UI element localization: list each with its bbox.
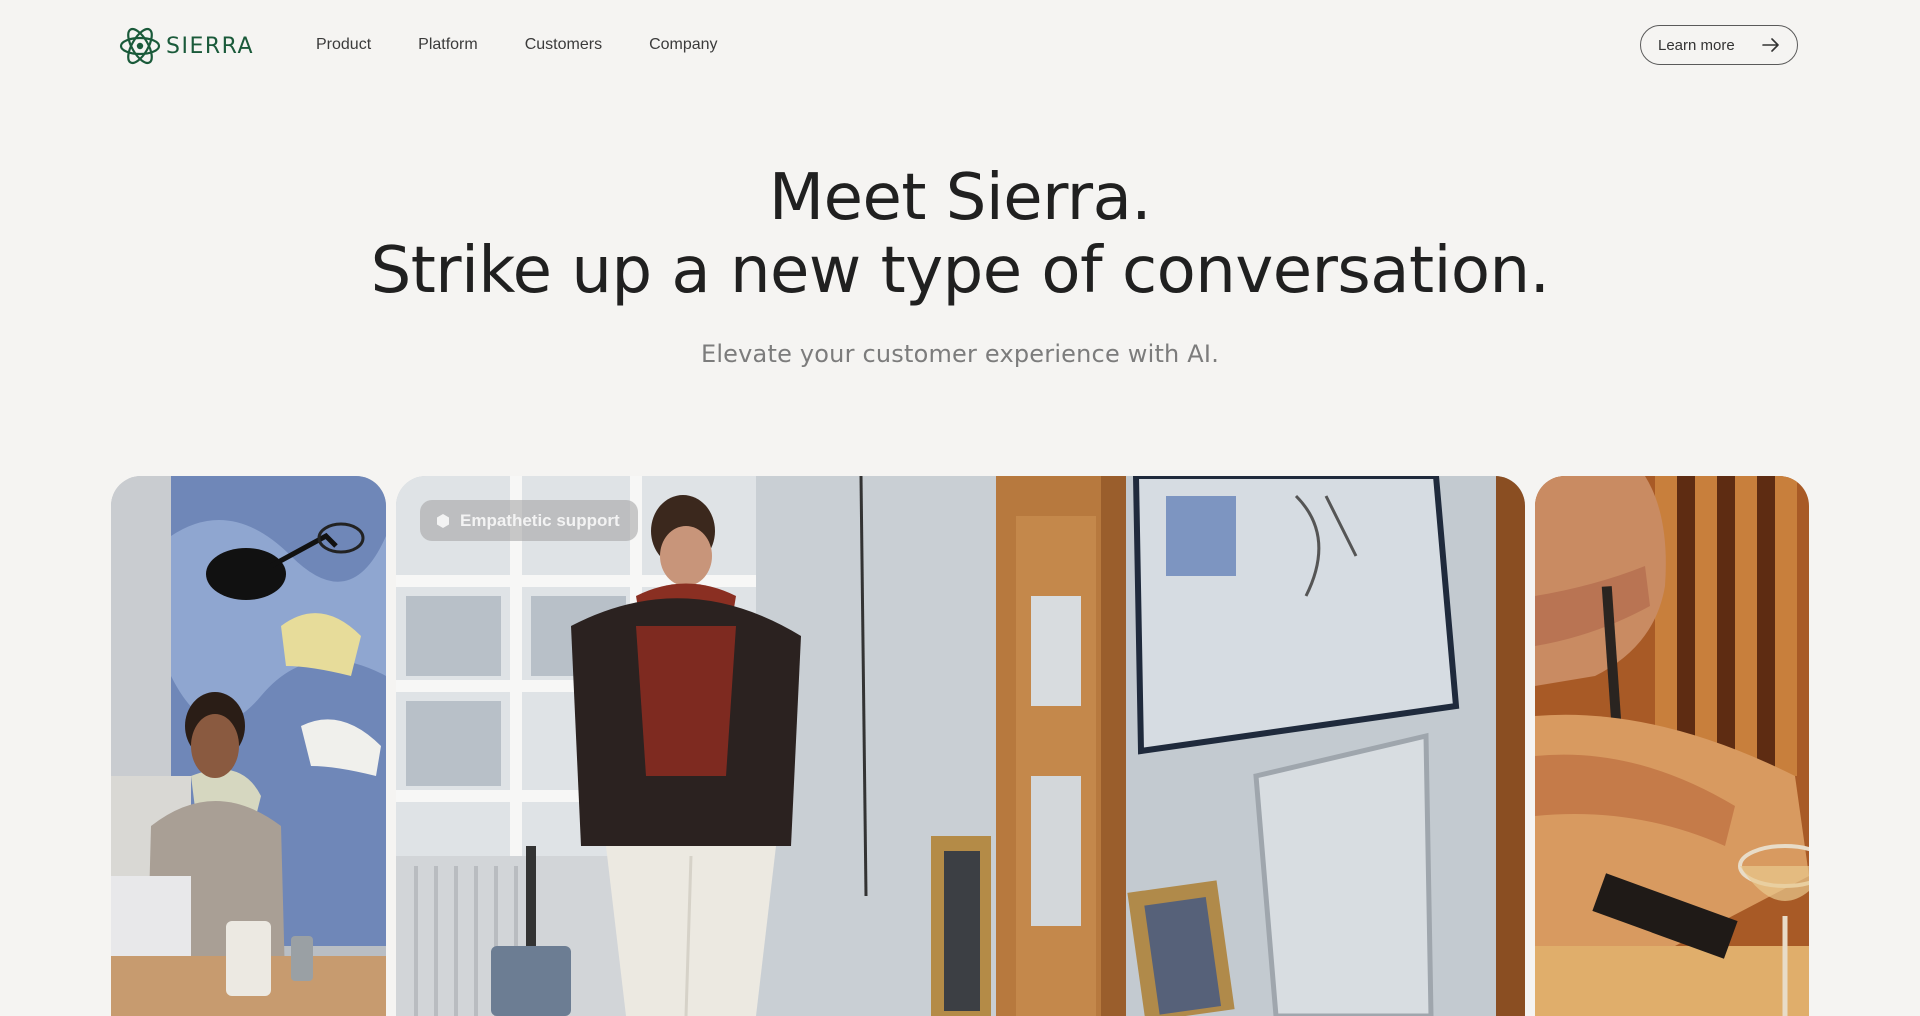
video-card-right[interactable] [1535, 476, 1809, 1016]
brand-name: SIERRA [166, 33, 255, 59]
hero-title: Meet Sierra. Strike up a new type of con… [0, 162, 1920, 308]
hero-title-line-2: Strike up a new type of conversation. [370, 234, 1550, 308]
hero-title-line-1: Meet Sierra. [768, 161, 1152, 235]
learn-more-button[interactable]: Learn more [1640, 25, 1798, 65]
traveler-in-office-image [396, 476, 1525, 1016]
atom-logo-icon [119, 27, 161, 65]
nav-item-product[interactable]: Product [316, 35, 371, 55]
video-card-main[interactable]: Empathetic support [396, 476, 1525, 1016]
arrow-right-icon [1762, 38, 1779, 52]
sierra-logo[interactable]: SIERRA [118, 23, 254, 69]
hero-subtitle: Elevate your customer experience with AI… [700, 340, 1220, 368]
nav-item-customers[interactable]: Customers [525, 35, 602, 55]
learn-more-label: Learn more [1658, 36, 1735, 54]
nav-item-company[interactable]: Company [649, 35, 717, 55]
empathetic-support-tag: Empathetic support [420, 500, 638, 541]
office-worker-image [111, 476, 386, 1016]
video-card-left[interactable] [111, 476, 386, 1016]
nav-item-platform[interactable]: Platform [418, 35, 478, 55]
primary-nav: Product Platform Customers Company [316, 35, 765, 55]
hexagon-icon [437, 513, 449, 528]
tag-label: Empathetic support [460, 510, 620, 530]
top-navigation: SIERRA Product Platform Customers Compan… [0, 0, 1920, 92]
dining-closeup-image [1535, 476, 1809, 1016]
